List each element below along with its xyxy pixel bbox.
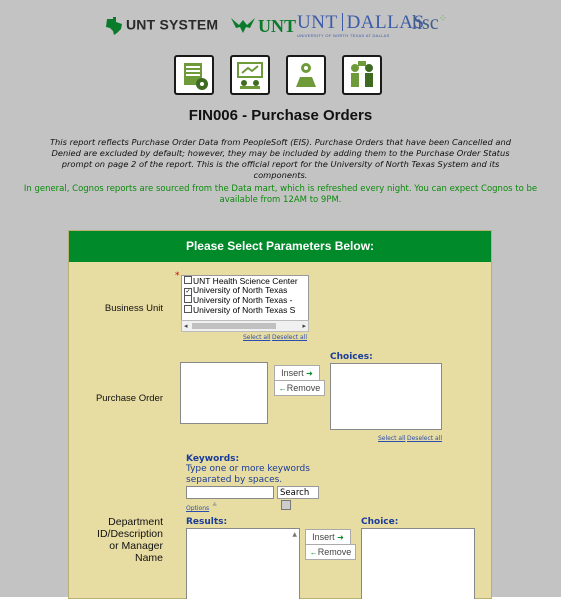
horizontal-scrollbar[interactable]: ◂ ▸ [181, 320, 309, 332]
list-item[interactable]: University of North Texas - [182, 295, 308, 305]
options-link[interactable]: Options [186, 505, 209, 512]
document-gear-icon [174, 55, 214, 95]
hsc-logo: hsc⁘ [412, 12, 448, 34]
meeting-people-icon [342, 55, 382, 95]
checkbox[interactable] [184, 276, 192, 284]
logo-bar: UNT SYSTEM UNT UNT DALLAS UNIVERSITY OF N… [0, 8, 561, 50]
insert-button[interactable]: Insert ➜ [274, 365, 320, 381]
choice-list[interactable] [361, 528, 475, 599]
search-icon [281, 500, 291, 510]
report-prompt-page: UNT SYSTEM UNT UNT DALLAS UNIVERSITY OF N… [0, 0, 561, 599]
list-item[interactable]: ✓ University of North Texas [182, 285, 308, 296]
chevron-down-icon[interactable]: ≚ [212, 502, 217, 509]
checkbox[interactable] [184, 295, 192, 303]
parameters-panel: Please Select Parameters Below: Business… [68, 230, 492, 599]
logo-divider [341, 13, 343, 31]
checkbox[interactable] [184, 304, 192, 313]
choices-label: Choices: [330, 352, 373, 362]
purchase-order-deselect-all-link[interactable]: Deselect all [407, 435, 442, 442]
location-person-icon [286, 55, 326, 95]
results-label: Results: [186, 517, 228, 527]
remove-button[interactable]: ←Remove [274, 380, 325, 396]
report-description: This report reflects Purchase Order Data… [49, 137, 511, 180]
department-label: Department ID/Description or Manager Nam… [97, 516, 163, 564]
arrow-right-icon: ➜ [306, 369, 313, 378]
arrow-left-icon: ← [278, 384, 287, 393]
business-unit-label: Business Unit [104, 303, 163, 314]
panel-header: Please Select Parameters Below: [69, 231, 491, 262]
scroll-right-icon[interactable]: ▸ [302, 321, 306, 331]
scroll-left-icon[interactable]: ◂ [184, 321, 188, 331]
report-icon-row [170, 55, 392, 99]
business-unit-deselect-all-link[interactable]: Deselect all [272, 334, 307, 341]
presentation-icon [230, 55, 270, 95]
results-insert-button[interactable]: Insert ➜ [305, 529, 351, 545]
unt-logo: UNT [230, 16, 296, 37]
eagle-icon [231, 18, 255, 33]
list-item[interactable]: University of North Texas S [182, 304, 308, 314]
availability-note: In general, Cognos reports are sourced f… [23, 184, 538, 205]
search-button[interactable]: Search [277, 486, 319, 510]
hsc-dots-icon: ⁘ [438, 13, 448, 25]
arrow-right-icon: ➜ [337, 533, 344, 542]
required-marker: * [175, 271, 180, 281]
purchase-order-label: Purchase Order [95, 393, 163, 404]
page-title: FIN006 - Purchase Orders [188, 107, 373, 124]
texas-state-icon [106, 17, 122, 35]
unt-system-logo: UNT SYSTEM [104, 16, 218, 36]
results-list[interactable]: ▲ [186, 528, 300, 599]
business-unit-list[interactable]: UNT Health Science Center ✓ University of… [181, 275, 309, 321]
keywords-input[interactable] [186, 486, 274, 499]
purchase-order-input[interactable] [180, 362, 268, 424]
results-remove-button[interactable]: ←Remove [305, 544, 356, 560]
business-unit-select-all-link[interactable]: Select all [243, 334, 270, 341]
scroll-thumb[interactable] [192, 323, 276, 329]
purchase-order-choices-list[interactable] [330, 363, 442, 430]
keywords-help: Type one or more keywords separated by s… [186, 464, 310, 485]
unt-dallas-logo: UNT DALLAS UNIVERSITY OF NORTH TEXAS AT D… [297, 12, 425, 38]
choice-label: Choice: [361, 517, 399, 527]
purchase-order-select-all-link[interactable]: Select all [378, 435, 405, 442]
scroll-up-icon[interactable]: ▲ [292, 531, 297, 538]
keywords-label: Keywords: [186, 454, 240, 464]
arrow-left-icon: ← [309, 548, 318, 557]
